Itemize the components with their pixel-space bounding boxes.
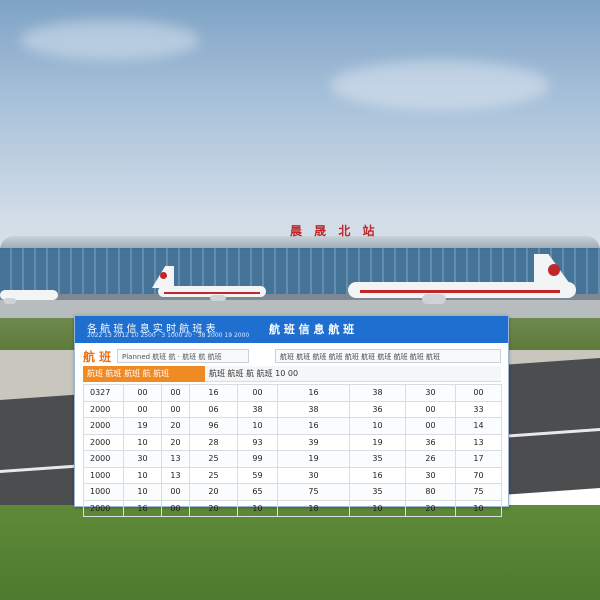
table-cell: 38 <box>237 400 278 418</box>
airplane <box>0 282 60 310</box>
table-cell: 13 <box>161 466 190 484</box>
table-row[interactable]: 2000 19 20 96 10 16 10 00 14 <box>83 417 502 435</box>
table-cell: 30 <box>405 466 456 484</box>
table-cell: 20 <box>405 499 456 517</box>
table-cell: 20 <box>161 417 190 435</box>
table-cell: 20 <box>189 483 238 501</box>
panel-heading: 航 班 信 息 航 班 <box>269 323 355 336</box>
table-cell: 36 <box>349 400 406 418</box>
table-cell: 2000 <box>83 417 124 435</box>
flight-info-panel: 各 航 班 信 息 实 时 航 班 表 2022 13 2012 10 2500… <box>74 315 509 517</box>
table-row[interactable]: 2000 30 13 25 99 19 35 26 17 <box>83 450 502 468</box>
table-cell: 75 <box>277 483 350 501</box>
table-row[interactable]: 1000 10 13 25 59 30 16 30 70 <box>83 466 502 484</box>
table-cell: 75 <box>455 483 502 501</box>
airplane <box>348 254 580 312</box>
table-cell: 00 <box>123 384 162 402</box>
table-cell: 65 <box>237 483 278 501</box>
table-cell: 16 <box>277 384 350 402</box>
table-cell: 13 <box>161 450 190 468</box>
grass-foreground <box>0 505 600 600</box>
table-cell: 16 <box>123 499 162 517</box>
table-cell: 38 <box>349 384 406 402</box>
table-cell: 00 <box>161 384 190 402</box>
table-cell: 26 <box>405 450 456 468</box>
table-cell: 30 <box>277 466 350 484</box>
terminal-sign: 晨 晟 北 站 <box>290 224 379 238</box>
table-cell: 00 <box>237 384 278 402</box>
table-cell: 16 <box>277 417 350 435</box>
table-cell: 10 <box>349 417 406 435</box>
table-cell: 20 <box>161 433 190 451</box>
tab-bar: 航班 航班 航班 航 航班 航班 航班 航 航班 10 00 <box>83 366 501 382</box>
cloud <box>330 60 550 110</box>
table-cell: 14 <box>455 417 502 435</box>
cloud <box>20 20 200 60</box>
table-cell: 99 <box>237 450 278 468</box>
table-cell: 30 <box>405 384 456 402</box>
table-cell: 00 <box>123 400 162 418</box>
panel-header: 各 航 班 信 息 实 时 航 班 表 2022 13 2012 10 2500… <box>75 316 508 343</box>
table-cell: 00 <box>161 499 190 517</box>
table-cell: 59 <box>237 466 278 484</box>
table-cell: 28 <box>189 433 238 451</box>
section-heading: 航 班 <box>83 350 112 364</box>
table-cell: 10 <box>349 499 406 517</box>
table-cell: 70 <box>455 466 502 484</box>
table-cell: 00 <box>161 400 190 418</box>
filter-field[interactable]: Planned 航班 航 · 航班 航 航班 <box>117 349 249 363</box>
table-cell: 16 <box>189 384 238 402</box>
table-cell: 17 <box>455 450 502 468</box>
table-cell: 16 <box>349 466 406 484</box>
table-cell: 2000 <box>83 433 124 451</box>
table-cell: 10 <box>237 499 278 517</box>
tab-inactive[interactable]: 航班 航班 航 航班 10 00 <box>205 366 501 382</box>
table-cell: 30 <box>123 450 162 468</box>
table-row[interactable]: 2000 10 20 28 93 39 19 36 13 <box>83 433 502 451</box>
toolbar: 航 班 Planned 航班 航 · 航班 航 航班 航班 航班 航班 航班 航… <box>83 348 501 364</box>
flight-table: 0327 00 00 16 00 16 38 30 00 2000 00 00 06 38 38 36 00 33… <box>83 384 502 517</box>
info-field[interactable]: 航班 航班 航班 航班 航班 航班 航班 航班 航班 航班 <box>275 349 501 363</box>
table-cell: 10 <box>123 433 162 451</box>
table-cell: 2000 <box>83 450 124 468</box>
table-cell: 35 <box>349 483 406 501</box>
table-cell: 19 <box>277 450 350 468</box>
table-cell: 38 <box>277 400 350 418</box>
table-cell: 00 <box>455 384 502 402</box>
table-cell: 00 <box>405 400 456 418</box>
table-cell: 80 <box>405 483 456 501</box>
table-row[interactable]: 0327 00 00 16 00 16 38 30 00 <box>83 384 502 402</box>
table-cell: 00 <box>161 483 190 501</box>
table-row[interactable]: 2000 00 00 06 38 38 36 00 33 <box>83 400 502 418</box>
table-cell: 96 <box>189 417 238 435</box>
table-cell: 13 <box>455 433 502 451</box>
panel-subtitle: 2022 13 2012 10 2500 · 3 1000 20 · 38 20… <box>87 332 250 339</box>
table-row[interactable]: 2000 16 00 20 10 18 10 20 10 <box>83 499 502 517</box>
table-cell: 2000 <box>83 499 124 517</box>
airplane <box>150 266 270 306</box>
table-cell: 19 <box>349 433 406 451</box>
table-cell: 10 <box>237 417 278 435</box>
table-cell: 10 <box>123 466 162 484</box>
table-cell: 18 <box>277 499 350 517</box>
table-cell: 93 <box>237 433 278 451</box>
table-cell: 10 <box>455 499 502 517</box>
table-row[interactable]: 1000 10 00 20 65 75 35 80 75 <box>83 483 502 501</box>
table-cell: 0327 <box>83 384 124 402</box>
table-cell: 1000 <box>83 466 124 484</box>
table-cell: 1000 <box>83 483 124 501</box>
tab-active[interactable]: 航班 航班 航班 航 航班 <box>83 366 205 382</box>
table-cell: 00 <box>405 417 456 435</box>
table-cell: 20 <box>189 499 238 517</box>
table-cell: 36 <box>405 433 456 451</box>
table-cell: 10 <box>123 483 162 501</box>
table-cell: 25 <box>189 450 238 468</box>
table-cell: 35 <box>349 450 406 468</box>
table-cell: 39 <box>277 433 350 451</box>
table-cell: 2000 <box>83 400 124 418</box>
table-cell: 33 <box>455 400 502 418</box>
table-cell: 25 <box>189 466 238 484</box>
table-cell: 06 <box>189 400 238 418</box>
table-cell: 19 <box>123 417 162 435</box>
